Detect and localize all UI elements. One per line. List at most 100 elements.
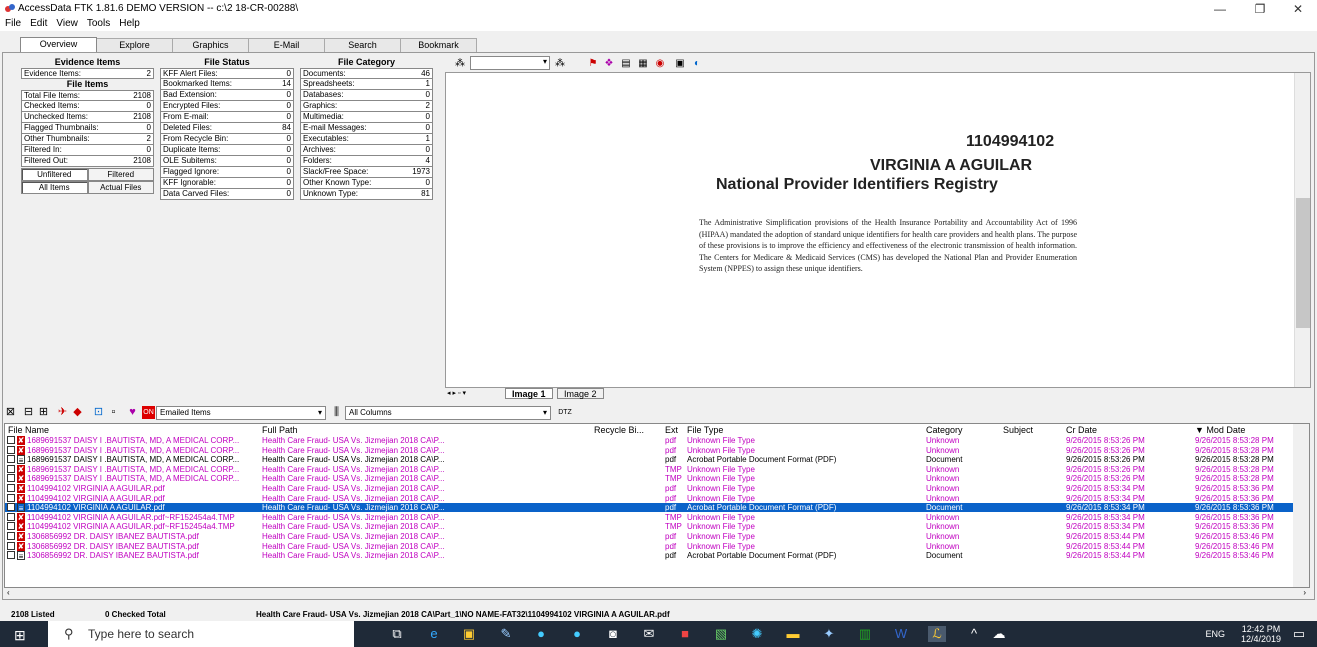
grid-horizontal-scrollbar[interactable]: ‹ ›	[4, 588, 1310, 599]
row-checkbox[interactable]	[7, 503, 15, 512]
row-checkbox[interactable]	[7, 436, 15, 444]
viewer-search-combo[interactable]: ▾	[470, 56, 550, 70]
filter-on-icon[interactable]: ON	[142, 406, 155, 419]
file-status-stat-row[interactable]: From Recycle Bin: 0	[160, 134, 294, 145]
picture-view-icon[interactable]: ▣	[673, 57, 687, 70]
image-tab-nav-icons[interactable]: ◂▸▫▾	[447, 389, 468, 397]
file-status-stat-row[interactable]: KFF Alert Files: 0	[160, 68, 294, 79]
unfiltered-button[interactable]: Unfiltered	[21, 168, 88, 181]
file-status-stat-row[interactable]: Bad Extension: 0	[160, 90, 294, 101]
all-items-button[interactable]: All Items	[21, 181, 88, 194]
table-row[interactable]: ≡ 1306856992 DR. DAISY IBANEZ BAUTISTA.pd…	[5, 551, 1295, 561]
table-row[interactable]: ✘ 1689691537 DAISY I .BAUTISTA, MD, A MED…	[5, 464, 1295, 474]
file-category-stat-row[interactable]: Slack/Free Space: 1973	[300, 167, 433, 178]
file-item-stat-row[interactable]: Filtered In: 0	[21, 145, 154, 156]
row-checkbox[interactable]	[7, 541, 15, 550]
file-category-stat-row[interactable]: Unknown Type: 81	[300, 189, 433, 200]
file-explorer-icon[interactable]: ▬	[784, 626, 802, 642]
row-checkbox[interactable]	[7, 445, 15, 454]
word-icon[interactable]: W	[892, 626, 910, 642]
file-icon[interactable]: ▫	[107, 406, 120, 419]
task-view-icon[interactable]: ⧉	[388, 626, 406, 642]
col-mod-date[interactable]: ▼ Mod Date	[1195, 425, 1245, 435]
table-row[interactable]: ✘ 1689691537 DAISY I .BAUTISTA, MD, A MED…	[5, 474, 1295, 484]
file-item-stat-row[interactable]: Flagged Thumbnails: 0	[21, 123, 154, 134]
table-row[interactable]: ✘ 1689691537 DAISY I .BAUTISTA, MD, A MED…	[5, 445, 1295, 455]
check-all-icon[interactable]: ⊠	[4, 406, 17, 419]
network-app-icon[interactable]: ✦	[820, 626, 838, 642]
table-row[interactable]: ≡ 1689691537 DAISY I .BAUTISTA, MD, A MED…	[5, 455, 1295, 465]
scrollbar-thumb[interactable]	[1296, 198, 1310, 328]
export-icon[interactable]: ✈	[56, 406, 69, 419]
tab-image-1[interactable]: Image 1	[505, 388, 553, 399]
menu-file[interactable]: File	[5, 18, 21, 29]
scroll-left-icon[interactable]: ‹	[7, 588, 10, 597]
messenger-icon[interactable]: ●	[568, 626, 586, 642]
table-row[interactable]: ✘ 1689691537 DAISY I .BAUTISTA, MD, A MED…	[5, 436, 1295, 445]
col-subject[interactable]: Subject	[1003, 425, 1033, 435]
row-checkbox[interactable]	[7, 484, 15, 492]
tab-graphics[interactable]: Graphics	[172, 38, 249, 52]
settings-icon[interactable]: ✺	[748, 626, 766, 642]
columns-select[interactable]: All Columns ▾	[345, 406, 551, 420]
row-checkbox[interactable]	[7, 532, 15, 540]
evidence-stat-row[interactable]: Evidence Items: 2	[21, 68, 154, 79]
camera-icon[interactable]: ◙	[604, 626, 622, 642]
file-item-stat-row[interactable]: Other Thumbnails: 2	[21, 134, 154, 145]
file-item-stat-row[interactable]: Total File Items: 2108	[21, 90, 154, 101]
menu-view[interactable]: View	[56, 18, 78, 29]
tab-search[interactable]: Search	[324, 38, 401, 52]
excel-icon[interactable]: ▥	[856, 626, 874, 642]
onedrive-icon[interactable]: ☁	[990, 626, 1008, 642]
dtz-button[interactable]: DTZ	[555, 406, 575, 419]
file-category-stat-row[interactable]: E-mail Messages: 0	[300, 123, 433, 134]
scroll-right-icon[interactable]: ›	[1303, 588, 1306, 597]
language-indicator[interactable]: ENG	[1205, 629, 1225, 639]
row-checkbox[interactable]	[7, 522, 15, 531]
file-list-grid[interactable]: File Name Full Path Recycle Bi... Ext Fi…	[4, 423, 1310, 588]
file-item-stat-row[interactable]: Checked Items: 0	[21, 101, 154, 112]
browser-view-icon[interactable]: ◐	[690, 57, 704, 70]
mail-icon[interactable]: ✉	[640, 626, 658, 642]
actual-files-button[interactable]: Actual Files	[87, 181, 154, 194]
menu-tools[interactable]: Tools	[87, 18, 110, 29]
photos-icon[interactable]: ▧	[712, 626, 730, 642]
uncheck-icon[interactable]: ⊟	[22, 406, 35, 419]
file-category-stat-row[interactable]: Archives: 0	[300, 145, 433, 156]
file-item-stat-row[interactable]: Unchecked Items: 2108	[21, 112, 154, 123]
close-button[interactable]: ✕	[1278, 2, 1317, 16]
col-file-type[interactable]: File Type	[687, 425, 723, 435]
document-viewer[interactable]: 1104994102 VIRGINIA A AGUILAR National P…	[445, 72, 1311, 388]
row-checkbox[interactable]	[7, 551, 15, 560]
column-settings-icon[interactable]: ⫼	[330, 406, 343, 419]
file-category-stat-row[interactable]: Folders: 4	[300, 156, 433, 167]
file-category-stat-row[interactable]: Executables: 1	[300, 134, 433, 145]
file-category-stat-row[interactable]: Documents: 46	[300, 68, 433, 79]
menu-help[interactable]: Help	[119, 18, 140, 29]
file-category-stat-row[interactable]: Other Known Type: 0	[300, 178, 433, 189]
file-status-stat-row[interactable]: Duplicate Items: 0	[160, 145, 294, 156]
tab-bookmark[interactable]: Bookmark	[400, 38, 477, 52]
tray-chevron-icon[interactable]: ^	[965, 626, 983, 642]
col-ext[interactable]: Ext	[665, 425, 678, 435]
highlight-icon[interactable]: ⚑	[586, 57, 600, 70]
find-icon[interactable]: ⁂	[553, 57, 567, 70]
file-category-stat-row[interactable]: Graphics: 2	[300, 101, 433, 112]
table-row[interactable]: ≡ 1104994102 VIRGINIA A AGUILAR.pdf Health…	[5, 503, 1295, 513]
native-view-icon[interactable]: ◉	[653, 57, 667, 70]
row-checkbox[interactable]	[7, 493, 15, 502]
file-category-stat-row[interactable]: Databases: 0	[300, 90, 433, 101]
tab-explore[interactable]: Explore	[96, 38, 173, 52]
minimize-button[interactable]: —	[1200, 2, 1240, 16]
tab-image-2[interactable]: Image 2	[557, 388, 604, 399]
file-item-stat-row[interactable]: Filtered Out: 2108	[21, 156, 154, 167]
col-file-name[interactable]: File Name	[8, 425, 49, 435]
col-full-path[interactable]: Full Path	[262, 425, 298, 435]
copy-hash-icon[interactable]: ◆	[71, 406, 84, 419]
file-status-stat-row[interactable]: Data Carved Files: 0	[160, 189, 294, 200]
windows-start-icon[interactable]: ⊞	[14, 627, 26, 644]
ftk-taskbar-icon[interactable]: ℒ	[928, 626, 946, 642]
filter-select[interactable]: Emailed Items ▾	[156, 406, 326, 420]
tab-overview[interactable]: Overview	[20, 37, 97, 52]
table-row[interactable]: ✘ 1104994102 VIRGINIA A AGUILAR.pdf~RF152…	[5, 522, 1295, 532]
